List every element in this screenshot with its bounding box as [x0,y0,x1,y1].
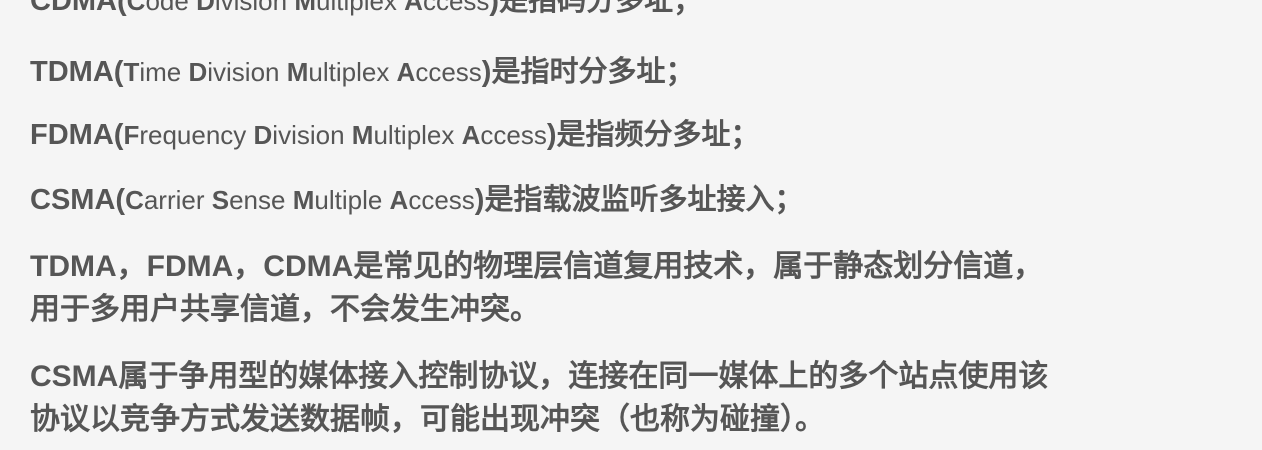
cdma-definition: CDMA(Code Division Multiplex Access)是指码分… [30,0,702,18]
cdma-expansion: Code Division Multiplex Access [126,0,490,16]
tdma-acronym: TDMA [30,56,114,88]
tdma-meaning: 是指时分多址； [491,56,695,88]
tdma-definition: TDMA(Time Division Multiplex Access)是指时分… [30,56,695,88]
paragraph-line: 用于多用户共享信道，不会发生冲突。 [30,293,540,326]
fdma-acronym: FDMA [30,119,114,151]
paragraph-line: 协议以竞争方式发送数据帧，可能出现冲突（也称为碰撞）。 [30,403,825,436]
csma-acronym: CSMA [30,184,116,216]
csma-expansion: Carrier Sense Multiple Access [125,185,475,215]
fdma-meaning: 是指频分多址； [556,119,760,151]
slide: CDMA(Code Division Multiplex Access)是指码分… [0,0,1262,450]
csma-contention-paragraph: CSMA属于争用型的媒体接入控制协议，连接在同一媒体上的多个站点使用该 协议以竞… [30,355,1048,441]
tdma-expansion: Time Division Multiplex Access [123,57,482,87]
static-multiplexing-paragraph: TDMA，FDMA，CDMA是常见的物理层信道复用技术，属于静态划分信道， 用于… [30,245,1043,331]
csma-definition: CSMA(Carrier Sense Multiple Access)是指载波监… [30,184,804,216]
fdma-definition: FDMA(Frequency Division Multiplex Access… [30,119,760,151]
cdma-acronym: CDMA [30,0,117,17]
cdma-meaning: 是指码分多址； [499,0,703,17]
csma-meaning: 是指载波监听多址接入； [484,184,804,216]
paragraph-line: TDMA，FDMA，CDMA是常见的物理层信道复用技术，属于静态划分信道， [30,250,1044,283]
paragraph-line: CSMA属于争用型的媒体接入控制协议，连接在同一媒体上的多个站点使用该 [30,360,1049,393]
fdma-expansion: Frequency Division Multiplex Access [123,120,547,150]
